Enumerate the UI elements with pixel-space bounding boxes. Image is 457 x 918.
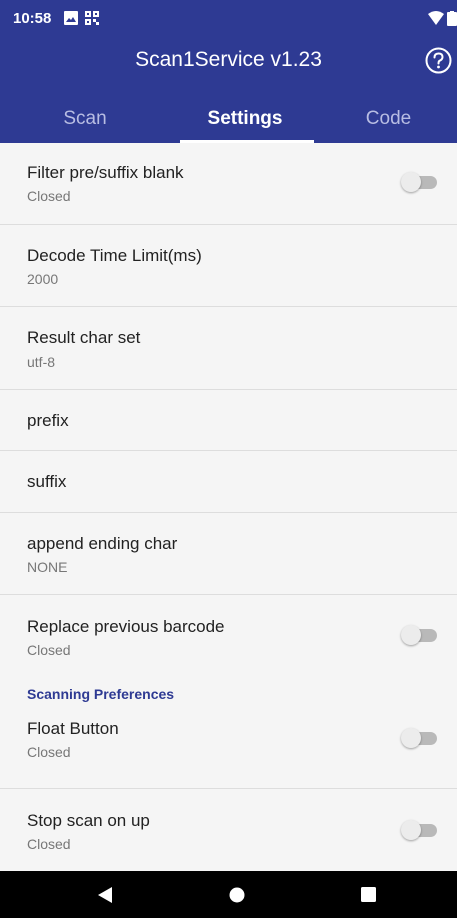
setting-stop-scan-on-up[interactable]: Stop scan on up Closed bbox=[0, 789, 457, 871]
setting-title: Decode Time Limit(ms) bbox=[27, 246, 202, 265]
section-title: Scanning Preferences bbox=[27, 686, 175, 702]
setting-subtitle: utf-8 bbox=[27, 354, 56, 370]
recents-icon[interactable] bbox=[361, 887, 376, 907]
setting-decode-time-limit[interactable]: Decode Time Limit(ms) 2000 bbox=[0, 225, 457, 307]
setting-subtitle: Closed bbox=[27, 836, 71, 852]
status-time: 10:58 bbox=[13, 10, 52, 27]
tab-label: Settings bbox=[207, 108, 283, 129]
status-bar: 10:58 bbox=[0, 0, 457, 36]
setting-subtitle: Closed bbox=[27, 188, 71, 204]
setting-title: append ending char bbox=[27, 534, 178, 553]
tab-label: Code bbox=[365, 108, 412, 129]
qr-grid-icon bbox=[85, 11, 99, 31]
app-header: 10:58 Scan1Service v1.23 Scan Settings C… bbox=[0, 0, 457, 143]
setting-title: Replace previous barcode bbox=[27, 617, 225, 636]
setting-append-ending-char[interactable]: append ending char NONE bbox=[0, 513, 457, 595]
setting-title: Result char set bbox=[27, 328, 141, 347]
setting-title: suffix bbox=[27, 472, 67, 491]
setting-subtitle: NONE bbox=[27, 559, 68, 575]
stop-scan-toggle[interactable] bbox=[401, 820, 439, 840]
setting-title: Float Button bbox=[27, 719, 119, 738]
setting-suffix[interactable]: suffix bbox=[0, 451, 457, 513]
help-circle-icon[interactable] bbox=[425, 47, 452, 74]
setting-prefix[interactable]: prefix bbox=[0, 390, 457, 451]
section-header: Scanning Preferences bbox=[0, 677, 457, 709]
setting-result-charset[interactable]: Result char set utf-8 bbox=[0, 307, 457, 390]
setting-float-button[interactable]: Float Button Closed bbox=[0, 709, 457, 789]
tab-code[interactable]: Code bbox=[320, 96, 457, 143]
back-icon[interactable] bbox=[97, 886, 113, 909]
battery-icon bbox=[447, 11, 457, 31]
home-icon[interactable] bbox=[229, 887, 245, 908]
tab-settings[interactable]: Settings bbox=[170, 96, 320, 143]
setting-replace-previous-barcode[interactable]: Replace previous barcode Closed bbox=[0, 595, 457, 677]
navigation-bar bbox=[0, 871, 457, 918]
image-icon bbox=[64, 11, 78, 30]
setting-title: Filter pre/suffix blank bbox=[27, 163, 184, 182]
app-title: Scan1Service v1.23 bbox=[135, 48, 322, 71]
float-button-toggle[interactable] bbox=[401, 728, 439, 748]
setting-title: Stop scan on up bbox=[27, 811, 150, 830]
tab-scan[interactable]: Scan bbox=[0, 96, 170, 143]
setting-filter-blank[interactable]: Filter pre/suffix blank Closed bbox=[0, 143, 457, 225]
setting-subtitle: 2000 bbox=[27, 271, 59, 287]
setting-subtitle: Closed bbox=[27, 642, 71, 658]
setting-subtitle: Closed bbox=[27, 744, 71, 760]
filter-blank-toggle[interactable] bbox=[401, 172, 439, 192]
tab-label: Scan bbox=[63, 108, 107, 129]
replace-barcode-toggle[interactable] bbox=[401, 625, 439, 645]
settings-list: Filter pre/suffix blank Closed Decode Ti… bbox=[0, 143, 457, 871]
setting-title: prefix bbox=[27, 411, 69, 430]
tab-bar: Scan Settings Code bbox=[0, 96, 457, 143]
wifi-icon bbox=[428, 11, 444, 30]
